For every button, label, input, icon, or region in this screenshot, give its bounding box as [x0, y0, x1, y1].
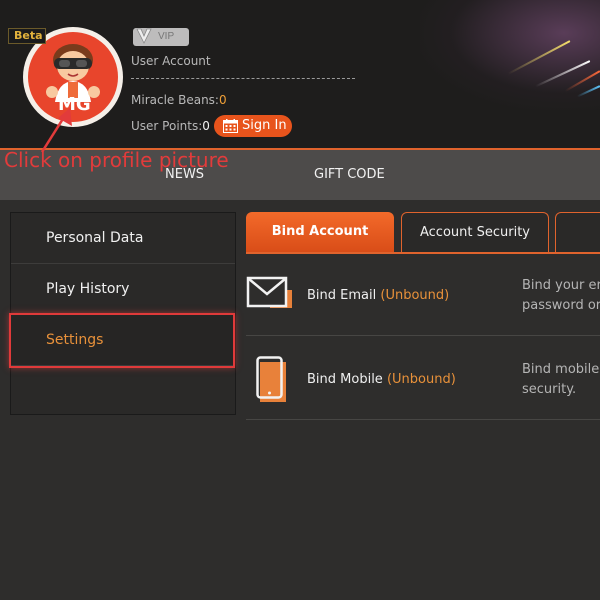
account-page: MG Beta VIP User Account Miracle Beans:0… — [0, 0, 600, 600]
miracle-beans: Miracle Beans:0 — [131, 93, 227, 107]
bind-email-row: Bind Email (Unbound) Bind your er passwo… — [246, 254, 600, 336]
beta-badge: Beta — [8, 28, 46, 44]
sidebar-item-play-history[interactable]: Play History — [11, 264, 235, 315]
envelope-icon — [246, 276, 292, 308]
nav-gift-code[interactable]: GIFT CODE — [314, 167, 385, 182]
miracle-beans-value: 0 — [218, 93, 227, 107]
bind-email-status: (Unbound) — [380, 288, 450, 303]
bind-mobile-row: Bind Mobile (Unbound) Bind mobile securi… — [246, 338, 600, 420]
sidebar-item-label: Personal Data — [46, 230, 144, 246]
miracle-beans-label: Miracle Beans: — [131, 93, 219, 107]
bind-email-description: Bind your er password or — [522, 276, 600, 316]
bind-mobile-label: Bind Mobile — [307, 372, 383, 387]
vip-label: VIP — [158, 31, 175, 42]
user-points-value: 0 — [202, 119, 210, 133]
bind-mobile-description: Bind mobile security. — [522, 360, 599, 400]
desc-line: security. — [522, 382, 577, 397]
desc-line: Bind mobile — [522, 362, 600, 377]
tab-account-security[interactable]: Account Security — [401, 212, 549, 252]
sidebar-item-personal-data[interactable]: Personal Data — [11, 213, 235, 264]
decorative-glow — [420, 0, 600, 110]
tab-bind-account[interactable]: Bind Account — [246, 212, 394, 252]
bind-mobile-status: (Unbound) — [386, 372, 456, 387]
bind-email-label: Bind Email — [307, 288, 377, 303]
bind-mobile-title[interactable]: Bind Mobile (Unbound) — [307, 372, 456, 387]
sign-in-button[interactable]: Sign In — [214, 115, 292, 137]
desc-line: Bind your er — [522, 278, 600, 293]
user-points: User Points:0 — [131, 119, 210, 133]
divider — [131, 78, 355, 79]
calendar-icon — [223, 119, 238, 133]
desc-line: password or — [522, 298, 600, 313]
bind-email-title[interactable]: Bind Email (Unbound) — [307, 288, 449, 303]
annotation-text: Click on profile picture — [4, 148, 229, 172]
tab-more[interactable] — [555, 212, 600, 252]
sidebar-item-label: Play History — [46, 281, 130, 297]
user-account-label: User Account — [131, 54, 211, 68]
mobile-phone-icon — [256, 356, 286, 402]
user-points-label: User Points: — [131, 119, 203, 133]
sign-in-label: Sign In — [242, 118, 287, 133]
vip-v-icon — [136, 28, 152, 44]
vip-badge: VIP — [133, 28, 189, 46]
profile-header: MG Beta VIP User Account Miracle Beans:0… — [0, 0, 600, 148]
settings-highlight-box — [9, 313, 235, 368]
